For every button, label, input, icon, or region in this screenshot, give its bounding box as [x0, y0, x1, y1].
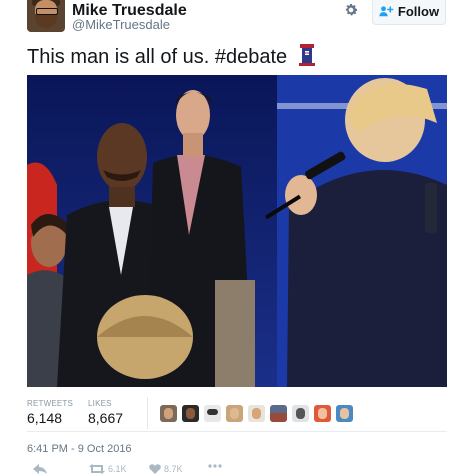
more-button[interactable]	[208, 464, 225, 468]
likes-label: LIKES	[88, 399, 112, 408]
liker-avatar[interactable]	[226, 405, 243, 422]
liker-avatar[interactable]	[292, 405, 309, 422]
tweet-actions: 6.1K 8.7K	[27, 464, 447, 476]
tweet-timestamp[interactable]: 6:41 PM - 9 Oct 2016	[27, 443, 132, 455]
stats-divider	[147, 397, 148, 429]
liker-avatar[interactable]	[160, 405, 177, 422]
retweet-button[interactable]: 6.1K	[89, 464, 127, 474]
liker-avatar[interactable]	[182, 405, 199, 422]
retweets-label: RETWEETS	[27, 399, 74, 408]
reply-button[interactable]	[33, 464, 50, 474]
follow-label: Follow	[397, 3, 440, 19]
likes-count[interactable]: 8,667	[88, 410, 123, 426]
liker-avatar[interactable]	[270, 405, 287, 422]
like-count: 8.7K	[164, 464, 183, 474]
heart-icon	[149, 464, 161, 474]
settings-gear-icon[interactable]	[343, 2, 359, 18]
tweet-body: This man is all of us. #debate	[27, 46, 288, 68]
retweets-count[interactable]: 6,148	[27, 410, 62, 426]
tweet-header: Mike Truesdale @MikeTruesdale Follow	[0, 0, 474, 36]
debate-photo	[27, 75, 447, 387]
like-button[interactable]: 8.7K	[149, 464, 183, 474]
liker-avatar[interactable]	[336, 405, 353, 422]
more-dots-icon	[208, 464, 222, 468]
follow-button[interactable]: Follow	[372, 0, 446, 25]
user-handle[interactable]: @MikeTruesdale	[72, 17, 170, 32]
debate-podium-emoji	[298, 44, 315, 66]
retweet-icon	[89, 464, 105, 474]
follow-person-plus-icon	[379, 6, 394, 17]
tweet-text: This man is all of us. #debate	[27, 44, 317, 69]
divider-line	[27, 431, 447, 432]
liker-avatar[interactable]	[314, 405, 331, 422]
user-avatar[interactable]	[27, 0, 65, 32]
tweet-media-photo[interactable]	[27, 75, 447, 387]
liker-avatar[interactable]	[204, 405, 221, 422]
retweet-count: 6.1K	[108, 464, 127, 474]
liker-avatar[interactable]	[248, 405, 265, 422]
reply-arrow-icon	[33, 464, 47, 474]
